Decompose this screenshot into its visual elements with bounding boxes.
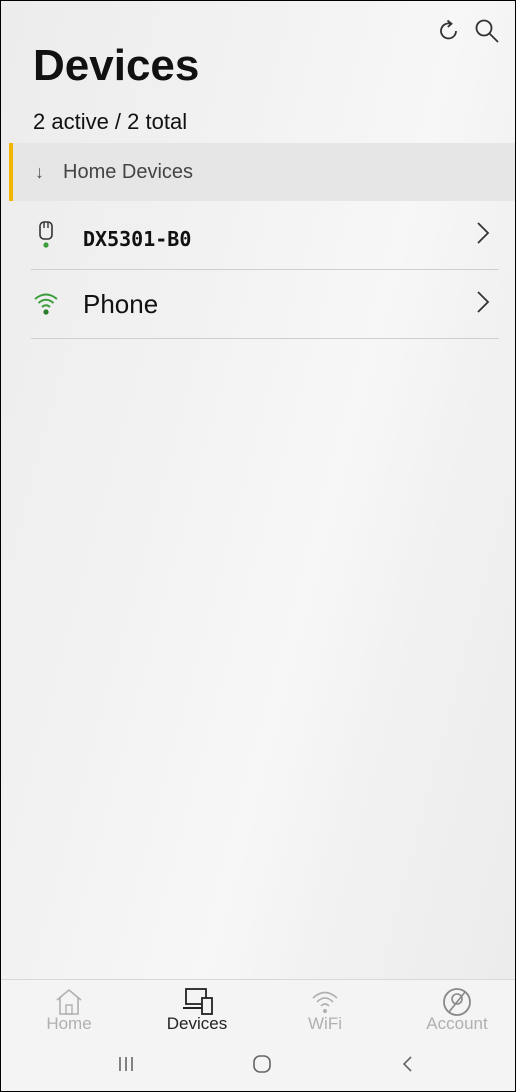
device-list: DX5301-B0 Phone bbox=[31, 201, 499, 339]
device-row-phone[interactable]: Phone bbox=[31, 270, 499, 339]
account-icon bbox=[441, 986, 473, 1016]
header: Devices 2 active / 2 total bbox=[1, 1, 515, 141]
nav-label: Devices bbox=[166, 1014, 228, 1033]
wifi-icon bbox=[309, 986, 341, 1016]
chevron-right-icon bbox=[475, 219, 491, 247]
device-count: 2 active / 2 total bbox=[33, 109, 188, 134]
back-icon[interactable] bbox=[393, 1049, 423, 1079]
app-screen: Devices 2 active / 2 total ↓ Home Device… bbox=[0, 0, 516, 1092]
device-name: DX5301-B0 bbox=[83, 227, 192, 251]
devices-icon bbox=[181, 986, 213, 1016]
nav-label: Home bbox=[46, 1014, 92, 1033]
nav-home[interactable]: Home bbox=[19, 980, 119, 1038]
search-icon[interactable] bbox=[473, 17, 501, 45]
recents-icon[interactable] bbox=[111, 1049, 141, 1079]
bottom-nav: Home Devices WiFi Account bbox=[1, 979, 515, 1038]
nav-wifi[interactable]: WiFi bbox=[275, 980, 375, 1038]
home-icon bbox=[53, 986, 85, 1016]
router-icon bbox=[33, 220, 59, 250]
nav-account[interactable]: Account bbox=[407, 980, 507, 1038]
system-nav-bar bbox=[1, 1037, 515, 1091]
chevron-right-icon bbox=[475, 288, 491, 316]
section-label: Home Devices bbox=[63, 160, 194, 183]
collapse-arrow-icon: ↓ bbox=[35, 161, 44, 182]
device-row-dx5301[interactable]: DX5301-B0 bbox=[31, 201, 499, 270]
home-circle-icon[interactable] bbox=[247, 1049, 277, 1079]
section-home-devices[interactable]: ↓ Home Devices bbox=[9, 143, 515, 201]
nav-devices[interactable]: Devices bbox=[147, 980, 247, 1038]
wifi-icon bbox=[33, 289, 59, 319]
nav-label: Account bbox=[426, 1014, 488, 1033]
nav-label: WiFi bbox=[308, 1014, 342, 1033]
page-title: Devices bbox=[33, 41, 200, 90]
top-actions bbox=[435, 17, 501, 45]
device-name: Phone bbox=[83, 288, 159, 319]
refresh-icon[interactable] bbox=[435, 17, 463, 45]
